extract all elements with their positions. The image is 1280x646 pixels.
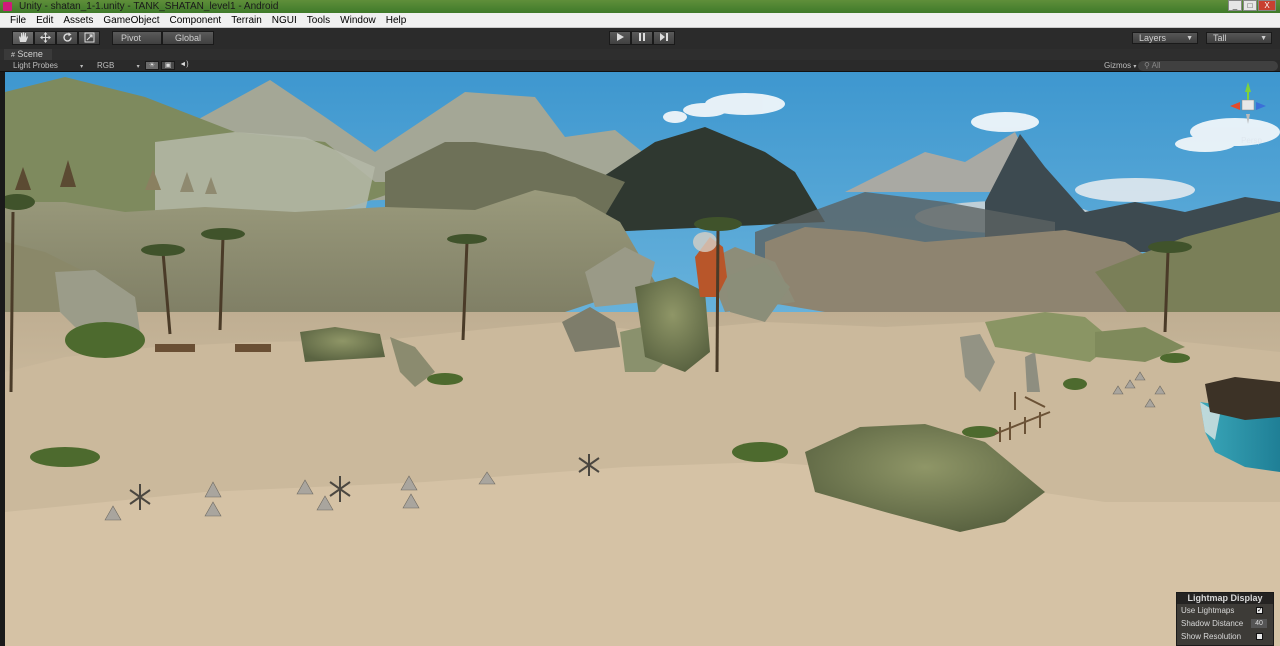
sun-icon: ☀	[148, 62, 156, 69]
step-button[interactable]	[653, 31, 675, 45]
hand-icon	[19, 32, 28, 42]
lightmap-display-panel: Lightmap Display Use Lightmaps ✓ Shadow …	[1176, 592, 1274, 646]
rgb-label: RGB	[97, 61, 115, 70]
close-button[interactable]: X	[1258, 0, 1276, 11]
maximize-button[interactable]: □	[1243, 0, 1257, 11]
speaker-icon: ◄)	[179, 61, 189, 68]
chevron-down-icon: ▾	[80, 64, 84, 70]
menu-terrain[interactable]: Terrain	[226, 13, 267, 28]
gizmo-x-axis[interactable]	[1230, 102, 1240, 110]
menu-tools[interactable]: Tools	[302, 13, 335, 28]
show-resolution-row: Show Resolution	[1177, 630, 1273, 643]
chevron-down-icon: ▾	[136, 64, 140, 70]
scale-tool-button[interactable]	[78, 31, 100, 45]
pause-icon	[639, 33, 645, 41]
pivot-toggle-button[interactable]: Pivot	[112, 31, 162, 45]
rotate-tool-button[interactable]	[56, 31, 78, 45]
title-bar: Unity - shatan_1-1.unity - TANK_SHATAN_l…	[0, 0, 1280, 13]
global-label: Global	[174, 33, 201, 43]
panel-header: # Scene	[0, 49, 1280, 60]
persp-label: Persp	[1241, 136, 1262, 145]
tab-scene-label: Scene	[17, 49, 43, 59]
checkmark-icon: ✓	[1257, 607, 1263, 614]
layers-label: Layers	[1139, 33, 1167, 43]
play-button[interactable]	[609, 31, 631, 45]
step-icon	[660, 33, 668, 41]
menu-edit[interactable]: Edit	[31, 13, 58, 28]
search-placeholder: All	[1151, 61, 1161, 70]
search-icon: ⚲	[1144, 61, 1150, 70]
show-resolution-label: Show Resolution	[1181, 632, 1242, 641]
scale-icon	[84, 32, 94, 43]
use-lightmaps-checkbox[interactable]: ✓	[1256, 607, 1263, 614]
shadow-distance-row: Shadow Distance 40	[1177, 617, 1273, 630]
rotate-icon	[62, 32, 72, 42]
pause-button[interactable]	[631, 31, 653, 45]
audio-toggle-button[interactable]: ◄)	[177, 61, 191, 70]
smoke	[693, 232, 717, 252]
menu-file[interactable]: File	[5, 13, 31, 28]
hand-tool-button[interactable]	[12, 31, 34, 45]
menu-bar: File Edit Assets GameObject Component Te…	[0, 13, 1280, 28]
chevron-down-icon: ▼	[1260, 35, 1267, 42]
global-toggle-button[interactable]: Global	[162, 31, 214, 45]
window-title: Unity - shatan_1-1.unity - TANK_SHATAN_l…	[19, 1, 279, 12]
gizmo-z-axis[interactable]	[1256, 102, 1266, 110]
use-lightmaps-label: Use Lightmaps	[1181, 606, 1235, 615]
unity-logo-icon	[3, 2, 12, 11]
pivot-label: Pivot	[121, 33, 142, 43]
layers-dropdown[interactable]: Layers ▼	[1132, 32, 1198, 44]
menu-window[interactable]: Window	[335, 13, 381, 28]
scene-orientation-gizmo[interactable]	[1226, 78, 1270, 130]
scene-icon: #	[11, 52, 15, 59]
menu-assets[interactable]: Assets	[58, 13, 98, 28]
layout-label: Tall	[1213, 33, 1227, 43]
menu-gameobject[interactable]: GameObject	[98, 13, 164, 28]
move-icon	[39, 32, 51, 43]
menu-ngui[interactable]: NGUI	[267, 13, 302, 28]
shadow-distance-label: Shadow Distance	[1181, 619, 1244, 628]
show-resolution-checkbox[interactable]	[1256, 633, 1263, 640]
minimize-button[interactable]: _	[1228, 0, 1242, 11]
chevron-down-icon: ▾	[1133, 64, 1137, 70]
image-effects-toggle-button[interactable]: ▣	[161, 61, 175, 70]
move-tool-button[interactable]	[34, 31, 56, 45]
main-toolbar: Pivot Global Layers ▼ Tall ▼	[0, 28, 1280, 49]
scene-viewport[interactable]: Persp	[5, 72, 1280, 646]
menu-help[interactable]: Help	[381, 13, 412, 28]
scene-search-input[interactable]: ⚲ All	[1138, 61, 1278, 71]
menu-component[interactable]: Component	[165, 13, 227, 28]
tab-scene[interactable]: # Scene	[4, 49, 52, 60]
lighting-toggle-button[interactable]: ☀	[145, 61, 159, 70]
lightmap-display-title: Lightmap Display	[1177, 593, 1273, 604]
scene-toolbar: Light Probes ▾ RGB ▾ ☀ ▣ ◄) Gizmos ▾ ⚲ A…	[0, 60, 1280, 72]
shadow-distance-field[interactable]: 40	[1251, 619, 1267, 628]
light-probes-label: Light Probes	[13, 61, 58, 70]
play-icon	[617, 33, 624, 41]
gizmos-label: Gizmos	[1104, 61, 1132, 70]
layout-dropdown[interactable]: Tall ▼	[1206, 32, 1272, 44]
scene-render	[5, 72, 1280, 646]
chevron-down-icon: ▼	[1186, 35, 1193, 42]
use-lightmaps-row: Use Lightmaps ✓	[1177, 604, 1273, 617]
image-icon: ▣	[164, 62, 172, 69]
